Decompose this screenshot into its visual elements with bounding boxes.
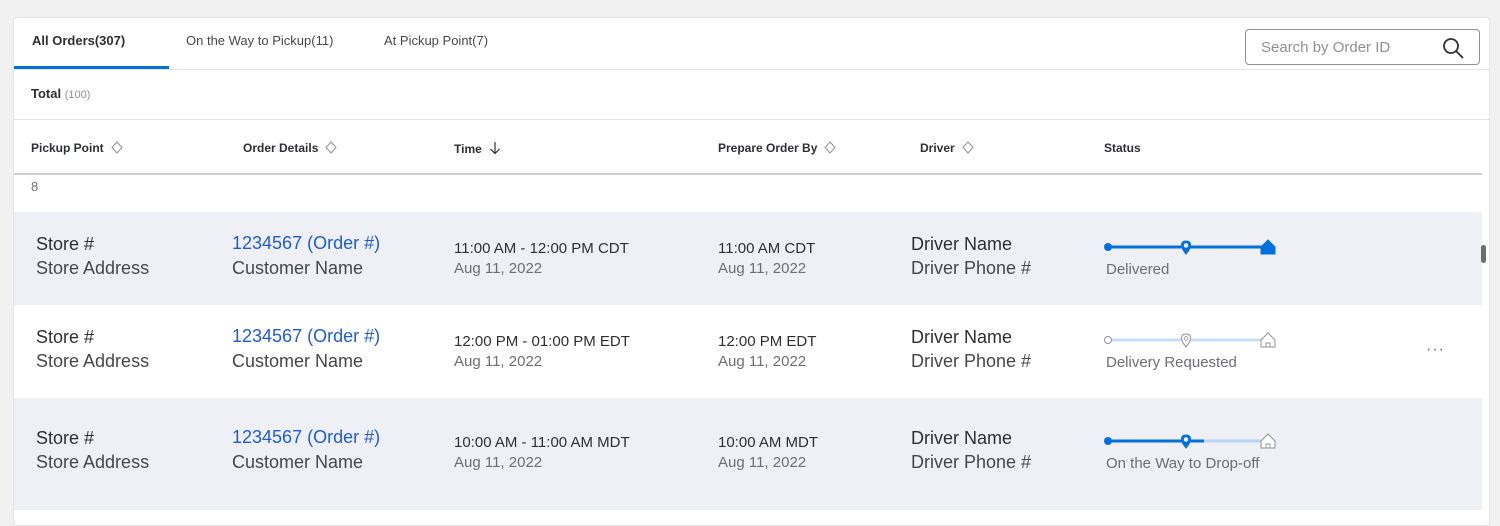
delivery-progress-tracker: [1104, 239, 1276, 255]
partial-row-text: 8: [31, 179, 39, 194]
total-label: Total (100): [31, 86, 90, 101]
tabs-bar: All Orders(307) On the Way to Pickup(11)…: [14, 18, 1489, 70]
sort-icon[interactable]: [325, 141, 338, 154]
sort-icon[interactable]: [824, 141, 837, 154]
customer-name: Customer Name: [232, 452, 364, 472]
column-header-pickup-point[interactable]: Pickup Point: [31, 141, 123, 155]
store-number: Store #: [36, 428, 95, 448]
column-header-order-details-label: Order Details: [243, 141, 319, 155]
time-range: 12:00 PM - 01:00 PM EDT: [454, 333, 630, 350]
customer-name: Customer Name: [232, 351, 364, 371]
column-header-driver-label: Driver: [920, 141, 955, 155]
search-input[interactable]: [1246, 30, 1431, 64]
location-pin-dot: [1183, 437, 1189, 442]
total-count: (100): [64, 89, 91, 101]
driver-name: Driver Name: [911, 327, 1013, 347]
column-header-status-label: Status: [1104, 141, 1141, 155]
time-range: 10:00 AM - 11:00 AM MDT: [454, 434, 630, 451]
start-dot-icon: [1104, 243, 1112, 251]
order-number-link[interactable]: 1234567 (Order #): [232, 326, 380, 347]
sort-icon[interactable]: [962, 141, 974, 154]
column-header-order-details[interactable]: Order Details: [243, 141, 338, 155]
status-label: On the Way to Drop-off: [1106, 455, 1260, 472]
table-header: Pickup Point Order Details Time Prepare …: [14, 121, 1482, 175]
driver-phone: Driver Phone #: [911, 452, 1032, 472]
time-date: Aug 11, 2022: [454, 454, 543, 471]
status-label: Delivery Requested: [1106, 354, 1237, 371]
orders-panel: All Orders(307) On the Way to Pickup(11)…: [13, 17, 1490, 526]
home-icon: [1260, 433, 1276, 449]
tab-on-the-way-to-pickup[interactable]: On the Way to Pickup(11): [186, 33, 333, 48]
table-row[interactable]: Store # Store Address 1234567 (Order #) …: [14, 305, 1482, 398]
prepare-date: Aug 11, 2022: [718, 454, 807, 471]
delivery-progress-tracker: [1104, 332, 1276, 348]
search-icon[interactable]: [1442, 37, 1464, 59]
column-header-time[interactable]: Time: [454, 141, 501, 156]
column-header-driver[interactable]: Driver: [920, 141, 974, 155]
column-header-prepare-order-by[interactable]: Prepare Order By: [718, 141, 837, 155]
location-pin-dot: [1183, 336, 1189, 341]
time-range: 11:00 AM - 12:00 PM CDT: [454, 240, 629, 257]
total-label-text: Total: [31, 86, 62, 101]
location-pin-dot: [1183, 243, 1189, 248]
order-number-link[interactable]: 1234567 (Order #): [232, 233, 380, 254]
start-dot-icon: [1104, 437, 1112, 445]
more-actions-button[interactable]: ···: [1426, 341, 1445, 359]
column-header-prepare-order-by-label: Prepare Order By: [718, 141, 818, 155]
sort-descending-icon[interactable]: [489, 141, 501, 155]
prepare-date: Aug 11, 2022: [718, 353, 807, 370]
delivery-progress-tracker: [1104, 433, 1276, 449]
time-date: Aug 11, 2022: [454, 353, 543, 370]
prepare-time: 12:00 PM EDT: [718, 333, 817, 350]
sort-icon[interactable]: [111, 141, 123, 154]
store-address: Store Address: [36, 258, 150, 278]
home-icon: [1260, 332, 1276, 348]
store-number: Store #: [36, 234, 95, 254]
driver-name: Driver Name: [911, 234, 1013, 254]
prepare-time: 10:00 AM MDT: [718, 434, 819, 451]
search-box[interactable]: [1245, 29, 1480, 65]
order-number-link[interactable]: 1234567 (Order #): [232, 427, 380, 448]
prepare-time: 11:00 AM CDT: [718, 240, 816, 257]
store-address: Store Address: [36, 452, 150, 472]
table-row[interactable]: Store # Store Address 1234567 (Order #) …: [14, 212, 1482, 305]
tab-at-pickup-point[interactable]: At Pickup Point(7): [384, 33, 488, 48]
store-number: Store #: [36, 327, 95, 347]
column-header-pickup-point-label: Pickup Point: [31, 141, 104, 155]
store-address: Store Address: [36, 351, 150, 371]
time-date: Aug 11, 2022: [454, 260, 543, 277]
active-tab-indicator: [14, 66, 169, 69]
driver-phone: Driver Phone #: [911, 351, 1032, 371]
scrollbar-thumb[interactable]: [1481, 245, 1486, 263]
prepare-date: Aug 11, 2022: [718, 260, 807, 277]
driver-name: Driver Name: [911, 428, 1013, 448]
column-header-time-label: Time: [454, 142, 482, 156]
status-label: Delivered: [1106, 261, 1170, 278]
table-row[interactable]: Store # Store Address 1234567 (Order #) …: [14, 398, 1482, 510]
total-row: Total (100): [14, 70, 1489, 120]
customer-name: Customer Name: [232, 258, 364, 278]
column-header-status: Status: [1104, 141, 1141, 155]
tab-all-orders[interactable]: All Orders(307): [32, 33, 125, 48]
home-icon: [1260, 239, 1276, 255]
start-dot-icon: [1104, 336, 1112, 344]
driver-phone: Driver Phone #: [911, 258, 1032, 278]
